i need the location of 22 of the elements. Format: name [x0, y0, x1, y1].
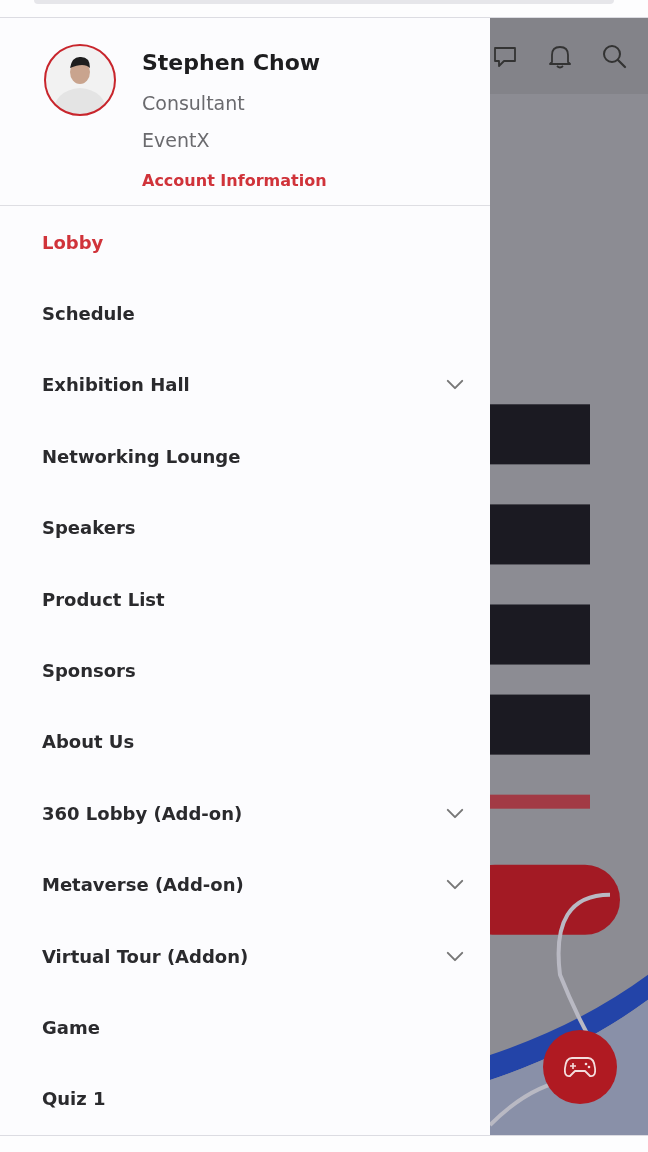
- menu-item[interactable]: Speakers: [0, 492, 490, 564]
- menu-item[interactable]: Product List: [0, 563, 490, 635]
- menu-item[interactable]: Game: [0, 991, 490, 1064]
- menu-item[interactable]: Lobby: [0, 206, 490, 278]
- menu-item[interactable]: 360 Lobby (Add-on): [0, 777, 490, 849]
- menu-item[interactable]: Metaverse (Add-on): [0, 848, 490, 921]
- user-title: Consultant: [142, 90, 246, 115]
- gamepad-icon: [564, 1055, 596, 1078]
- menu-item[interactable]: Schedule: [0, 277, 490, 350]
- chevron-down-icon[interactable]: [446, 879, 464, 891]
- chevron-down-icon[interactable]: [446, 950, 464, 962]
- user-name: Stephen Chow: [142, 48, 322, 77]
- account-information-link[interactable]: Account Information: [142, 169, 327, 192]
- menu-item[interactable]: About Us: [0, 706, 490, 778]
- chevron-down-icon[interactable]: [446, 379, 464, 391]
- menu-item[interactable]: Sponsors: [0, 634, 490, 707]
- chevron-down-icon[interactable]: [446, 807, 464, 819]
- menu-item[interactable]: Virtual Tour (Addon): [0, 920, 490, 992]
- menu-item[interactable]: Networking Lounge: [0, 420, 490, 492]
- menu-item[interactable]: Quiz 1: [0, 1063, 490, 1135]
- user-company: EventX: [142, 127, 211, 152]
- menu-item[interactable]: Exhibition Hall: [0, 349, 490, 421]
